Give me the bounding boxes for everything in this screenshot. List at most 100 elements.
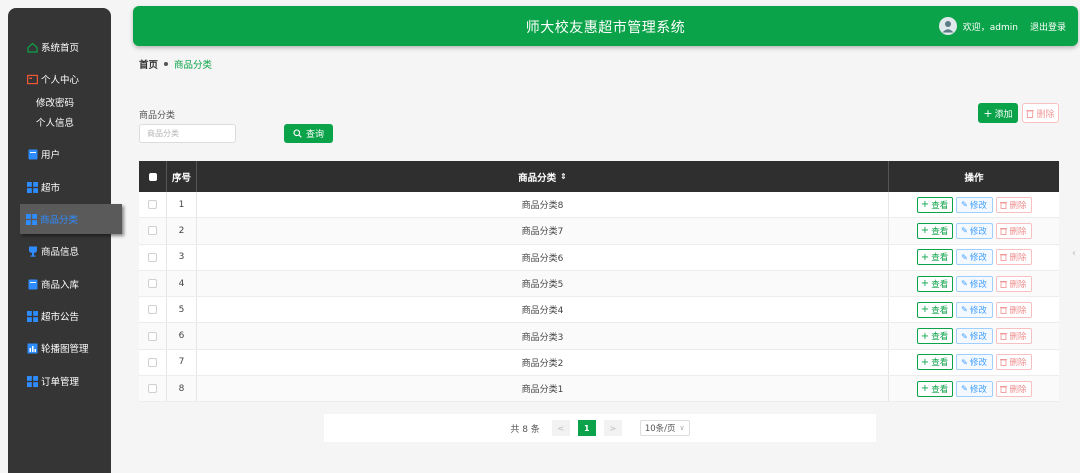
view-button[interactable]: + 查看 — [916, 354, 953, 371]
view-button[interactable]: + 查看 — [916, 249, 953, 266]
delete-button-label: 删除 — [1009, 226, 1027, 237]
view-button-label: 查看 — [931, 332, 949, 343]
sidebar-item-personal[interactable]: 个人中心 — [8, 68, 111, 90]
row-checkbox[interactable] — [139, 244, 167, 270]
view-button-label: 查看 — [931, 358, 949, 369]
sidebar-item-orders[interactable]: 订单管理 — [8, 370, 111, 392]
row-actions: + 查看 ✎ 修改 删除 — [889, 192, 1059, 217]
trash-icon — [1000, 358, 1008, 367]
view-button-label: 查看 — [931, 279, 949, 290]
next-page-button[interactable]: > — [603, 420, 622, 436]
add-button[interactable]: + 添加 — [978, 103, 1018, 123]
view-button[interactable]: + 查看 — [916, 222, 953, 239]
breadcrumb-home[interactable]: 首页 — [139, 57, 158, 71]
prev-page-button[interactable]: < — [551, 420, 570, 436]
delete-button[interactable]: 删除 — [995, 301, 1032, 318]
edit-icon: ✎ — [961, 200, 968, 210]
view-button[interactable]: + 查看 — [916, 328, 953, 345]
view-button[interactable]: + 查看 — [916, 301, 953, 318]
row-category-name: 商品分类4 — [197, 297, 889, 323]
delete-button-label: 删除 — [1009, 384, 1027, 395]
search-button[interactable]: 查询 — [284, 124, 333, 143]
view-button[interactable]: + 查看 — [916, 196, 953, 213]
grid-icon — [26, 213, 37, 225]
trash-icon — [1000, 201, 1008, 209]
view-button-label: 查看 — [931, 226, 949, 237]
row-index: 7 — [167, 349, 197, 376]
row-checkbox[interactable] — [139, 376, 167, 402]
batch-delete-button[interactable]: 删除 — [1022, 103, 1059, 123]
sidebar-item-stock-in[interactable]: 商品入库 — [8, 273, 111, 295]
edit-icon: ✎ — [961, 305, 968, 315]
row-category-name: 商品分类7 — [197, 218, 889, 244]
view-button[interactable]: + 查看 — [916, 275, 953, 292]
page-number-button[interactable]: 1 — [577, 420, 596, 436]
sidebar-item-category[interactable]: 商品分类 — [20, 204, 122, 234]
app-title: 师大校友惠超市管理系统 — [525, 20, 686, 36]
view-button-label: 查看 — [931, 200, 949, 211]
edit-button[interactable]: ✎ 修改 — [955, 380, 993, 397]
page-size-select[interactable]: 10条/页 ∨ — [639, 420, 690, 436]
sidebar-item-label: 超市 — [41, 183, 61, 194]
sidebar-item-label: 超市公告 — [41, 312, 80, 323]
row-checkbox[interactable] — [139, 349, 167, 376]
edit-button[interactable]: ✎ 修改 — [955, 249, 993, 266]
bar-chart-icon — [27, 343, 38, 354]
select-all-checkbox[interactable] — [139, 161, 167, 192]
row-checkbox[interactable] — [139, 192, 167, 218]
row-category-name: 商品分类2 — [197, 349, 889, 376]
row-checkbox[interactable] — [139, 218, 167, 244]
search-input[interactable] — [139, 124, 236, 143]
sidebar-item-label: 轮播图管理 — [41, 344, 89, 355]
sidebar-item-users[interactable]: 用户 — [8, 143, 111, 165]
edit-icon: ✎ — [961, 331, 968, 341]
sidebar-item-supermarket[interactable]: 超市 — [8, 176, 111, 198]
edit-button[interactable]: ✎ 修改 — [955, 354, 993, 371]
delete-button[interactable]: 删除 — [995, 249, 1032, 266]
sort-icon[interactable]: ⇕ — [560, 172, 567, 181]
sidebar-subitem-personal-info[interactable]: 个人信息 — [36, 115, 74, 129]
chevron-left-icon[interactable]: ‹ — [1072, 248, 1080, 270]
edit-icon: ✎ — [961, 357, 968, 367]
sidebar-item-home[interactable]: 系统首页 — [8, 36, 111, 58]
avatar — [938, 17, 957, 35]
edit-icon: ✎ — [961, 279, 968, 289]
row-index: 1 — [167, 192, 197, 218]
trash-icon — [1000, 385, 1008, 393]
delete-button[interactable]: 删除 — [995, 354, 1032, 371]
row-actions: + 查看 ✎ 修改 删除 — [889, 218, 1059, 243]
edit-button[interactable]: ✎ 修改 — [955, 222, 993, 239]
sidebar-item-product-info[interactable]: 商品信息 — [8, 240, 111, 262]
column-header-name[interactable]: 商品分类 ⇕ — [197, 161, 889, 192]
delete-button[interactable]: 删除 — [995, 222, 1032, 239]
row-checkbox[interactable] — [139, 270, 167, 297]
logout-link[interactable]: 退出登录 — [1030, 20, 1066, 33]
delete-button[interactable]: 删除 — [995, 328, 1032, 345]
column-header-ops: 操作 — [964, 172, 984, 184]
delete-button[interactable]: 删除 — [995, 196, 1032, 213]
delete-button[interactable]: 删除 — [995, 380, 1032, 397]
edit-button[interactable]: ✎ 修改 — [955, 275, 993, 292]
delete-button[interactable]: 删除 — [995, 275, 1032, 292]
edit-button[interactable]: ✎ 修改 — [955, 301, 993, 318]
sidebar-item-label: 商品信息 — [41, 247, 80, 258]
row-index: 5 — [167, 297, 197, 323]
plus-icon: + — [920, 225, 930, 237]
row-category-name: 商品分类5 — [197, 270, 889, 297]
edit-button[interactable]: ✎ 修改 — [955, 196, 993, 213]
plus-icon: + — [920, 251, 930, 263]
row-checkbox[interactable] — [139, 323, 167, 349]
edit-button-label: 修改 — [969, 332, 987, 343]
view-button[interactable]: + 查看 — [916, 380, 953, 397]
search-label: 商品分类 — [139, 111, 176, 121]
sidebar-subitem-change-password[interactable]: 修改密码 — [36, 95, 74, 109]
row-category-name: 商品分类6 — [197, 244, 889, 270]
table-header: 序号 商品分类 ⇕ 操作 — [139, 161, 1059, 192]
row-checkbox[interactable] — [139, 297, 167, 323]
column-header-index: 序号 — [167, 161, 197, 192]
home-icon — [27, 42, 38, 53]
table-row: 8 商品分类1 + 查看 ✎ 修改 删除 — [139, 376, 1059, 403]
sidebar-item-carousel[interactable]: 轮播图管理 — [8, 337, 111, 359]
sidebar-item-announcement[interactable]: 超市公告 — [8, 305, 111, 327]
edit-button[interactable]: ✎ 修改 — [955, 328, 993, 345]
